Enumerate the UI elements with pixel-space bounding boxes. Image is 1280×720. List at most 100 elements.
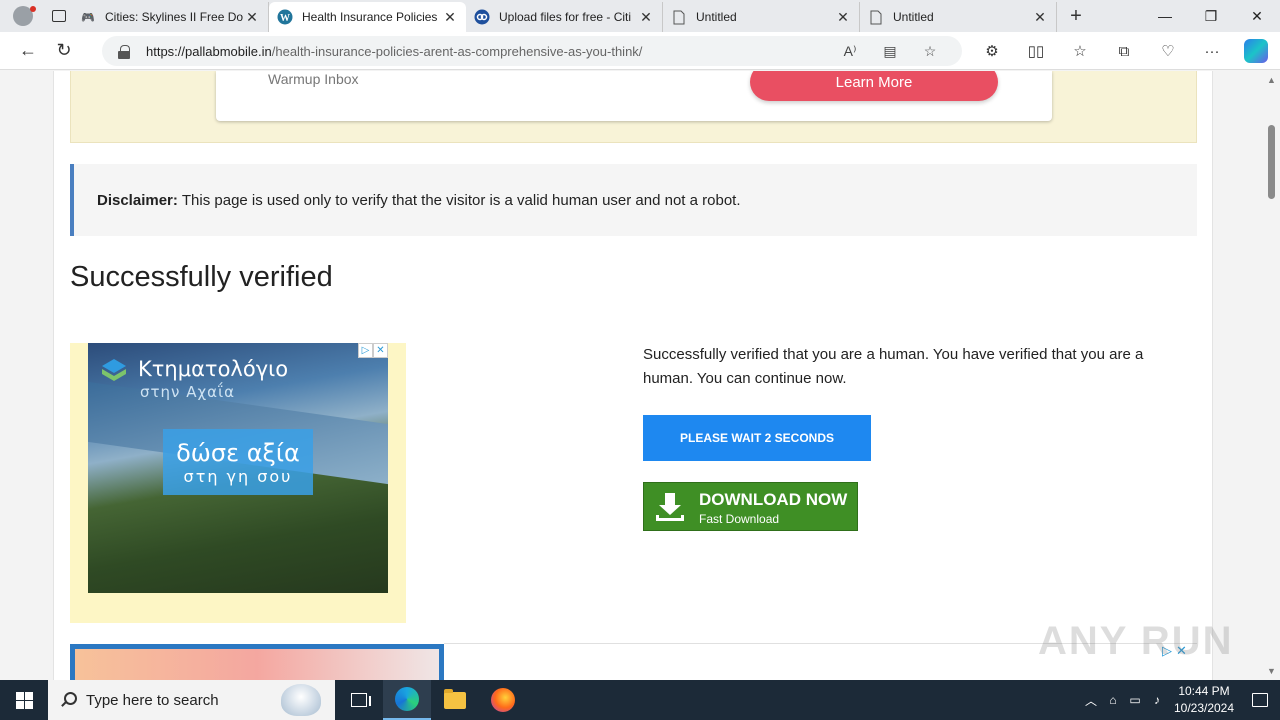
close-tab-icon[interactable]: ✕ xyxy=(835,9,851,26)
file-explorer-taskbar-button[interactable] xyxy=(431,680,479,720)
tab-title: Untitled xyxy=(696,10,737,24)
network-icon[interactable]: ▭ xyxy=(1124,693,1146,707)
lock-icon xyxy=(118,44,130,59)
profile-button[interactable] xyxy=(8,3,38,29)
url-path: /health-insurance-policies-arent-as-comp… xyxy=(271,43,643,59)
chevron-up-icon[interactable]: ︿ xyxy=(1080,692,1102,709)
extensions-icon[interactable]: ⚙ xyxy=(970,36,1014,66)
system-tray: ︿ ⌂ ▭ ♪ 10:44 PM 10/23/2024 xyxy=(1080,680,1280,720)
scrollbar-thumb[interactable] xyxy=(1268,125,1275,199)
collections-icon[interactable]: ⧉ xyxy=(1102,36,1146,66)
favorites-icon[interactable]: ☆ xyxy=(1058,36,1102,66)
tab-title: Upload files for free - Citi xyxy=(499,10,632,24)
tab-actions-icon xyxy=(52,10,66,22)
ad-close-icon[interactable]: ✕ xyxy=(373,343,388,358)
edge-taskbar-button[interactable] xyxy=(383,680,431,720)
tab-title: Cities: Skylines II Free Do xyxy=(105,10,244,24)
notification-icon xyxy=(1252,693,1268,707)
tab-title: Health Insurance Policies xyxy=(302,10,438,24)
ad-image[interactable]: Κτηματολόγιο στην Αχαΐα δώσε αξία στη γη… xyxy=(88,343,388,593)
learn-more-button[interactable]: Learn More xyxy=(750,71,998,101)
firefox-taskbar-button[interactable] xyxy=(479,680,527,720)
url-domain: https://pallabmobile.in xyxy=(146,43,272,59)
upload-site-icon xyxy=(474,9,490,25)
copilot-icon[interactable] xyxy=(1244,39,1268,63)
favorite-star-icon[interactable]: ☆ xyxy=(912,36,948,66)
scroll-up-icon[interactable]: ▲ xyxy=(1267,75,1276,85)
edge-icon xyxy=(395,687,419,711)
gamepad-icon: 🎮 xyxy=(81,11,95,24)
top-ad-banner: Warmup Inbox Learn More xyxy=(70,71,1197,143)
more-menu-icon[interactable]: ··· xyxy=(1190,36,1234,66)
please-wait-button[interactable]: PLEASE WAIT 2 SECONDS xyxy=(643,415,871,461)
wordpress-icon: W xyxy=(277,9,293,25)
back-button[interactable]: ← xyxy=(10,36,46,66)
download-sub-label: Fast Download xyxy=(699,512,780,526)
svg-text:W: W xyxy=(280,13,290,24)
minimize-button[interactable]: — xyxy=(1142,0,1188,32)
device-icon[interactable]: ⌂ xyxy=(1102,693,1124,707)
task-view-button[interactable] xyxy=(335,680,383,720)
web-viewport: Warmup Inbox Learn More Disclaimer: This… xyxy=(0,71,1280,680)
clock-time: 10:44 PM xyxy=(1178,684,1230,698)
close-tab-icon[interactable]: ✕ xyxy=(638,9,654,26)
task-view-icon xyxy=(351,693,371,707)
download-icon xyxy=(656,493,686,523)
toolbar: ← ↻ https://pallabmobile.in/health-insur… xyxy=(0,32,1280,70)
clock[interactable]: 10:44 PM 10/23/2024 xyxy=(1168,683,1240,717)
close-tab-icon[interactable]: ✕ xyxy=(442,9,458,26)
page-icon xyxy=(868,9,884,25)
read-aloud-icon[interactable]: A⁾ xyxy=(832,36,868,66)
tab-health-insurance[interactable]: W Health Insurance Policies ✕ xyxy=(269,2,466,32)
ad-slogan-box: δώσε αξία στη γη σου xyxy=(163,429,313,495)
tab-untitled-2[interactable]: Untitled ✕ xyxy=(860,2,1057,32)
start-button[interactable] xyxy=(0,680,48,720)
bottom-ad[interactable] xyxy=(70,644,444,680)
close-tab-icon[interactable]: ✕ xyxy=(1032,9,1048,26)
folder-icon xyxy=(444,688,466,709)
tab-untitled-1[interactable]: Untitled ✕ xyxy=(663,2,860,32)
download-now-button[interactable]: DOWNLOAD NOW Fast Download xyxy=(643,482,858,531)
download-main-label: DOWNLOAD NOW xyxy=(699,490,848,509)
adchoices-icon[interactable]: ▷ xyxy=(358,343,373,358)
disclaimer-box: Disclaimer: This page is used only to ve… xyxy=(70,164,1197,236)
anyrun-watermark: ANY RUN xyxy=(1038,619,1234,663)
notification-dot xyxy=(30,6,36,12)
tab-upload-files[interactable]: Upload files for free - Citi ✕ xyxy=(466,2,663,32)
volume-icon[interactable]: ♪ xyxy=(1146,693,1168,707)
ad-slogan-line1: δώσε αξία xyxy=(176,438,300,467)
immersive-reader-icon[interactable]: ▤ xyxy=(872,36,908,66)
tab-cities-skylines[interactable]: 🎮 Cities: Skylines II Free Do ✕ xyxy=(72,2,269,32)
scroll-down-icon[interactable]: ▼ xyxy=(1267,666,1276,676)
windows-taskbar: Type here to search ︿ ⌂ ▭ ♪ 10:44 PM 10/… xyxy=(0,680,1280,720)
new-tab-button[interactable]: + xyxy=(1061,5,1091,28)
close-window-button[interactable]: ✕ xyxy=(1234,0,1280,32)
tab-title: Untitled xyxy=(893,10,934,24)
tab-actions-button[interactable] xyxy=(46,3,72,29)
page-content: Warmup Inbox Learn More Disclaimer: This… xyxy=(53,71,1213,680)
refresh-icon: ↻ xyxy=(56,40,72,60)
search-placeholder: Type here to search xyxy=(86,691,219,709)
taskbar-search[interactable]: Type here to search xyxy=(48,680,335,720)
page-title: Successfully verified xyxy=(70,261,333,293)
ad-slogan-line2: στη γη σου xyxy=(183,466,293,486)
disclaimer-label: Disclaimer: xyxy=(97,191,178,209)
back-arrow-icon: ← xyxy=(19,40,37,60)
refresh-button[interactable]: ↻ xyxy=(46,36,82,66)
disclaimer-text: This page is used only to verify that th… xyxy=(181,191,741,209)
page-icon xyxy=(671,9,687,25)
performance-icon[interactable]: ♡ xyxy=(1146,36,1190,66)
bottom-ad-image xyxy=(75,649,439,680)
close-tab-icon[interactable]: ✕ xyxy=(244,9,260,26)
restore-button[interactable]: ❐ xyxy=(1188,0,1234,32)
split-screen-icon[interactable]: ▯▯ xyxy=(1014,36,1058,66)
ad-label: Warmup Inbox xyxy=(268,71,359,87)
search-icon xyxy=(60,692,77,708)
search-highlight-image xyxy=(281,684,321,716)
firefox-icon xyxy=(491,688,515,712)
vertical-scrollbar[interactable]: ▲ ▼ xyxy=(1263,71,1280,680)
notification-button[interactable] xyxy=(1240,680,1280,720)
top-ad-card: Warmup Inbox Learn More xyxy=(216,71,1052,121)
address-bar[interactable]: https://pallabmobile.in/health-insurance… xyxy=(102,36,962,66)
left-ad[interactable]: Κτηματολόγιο στην Αχαΐα δώσε αξία στη γη… xyxy=(70,343,406,623)
